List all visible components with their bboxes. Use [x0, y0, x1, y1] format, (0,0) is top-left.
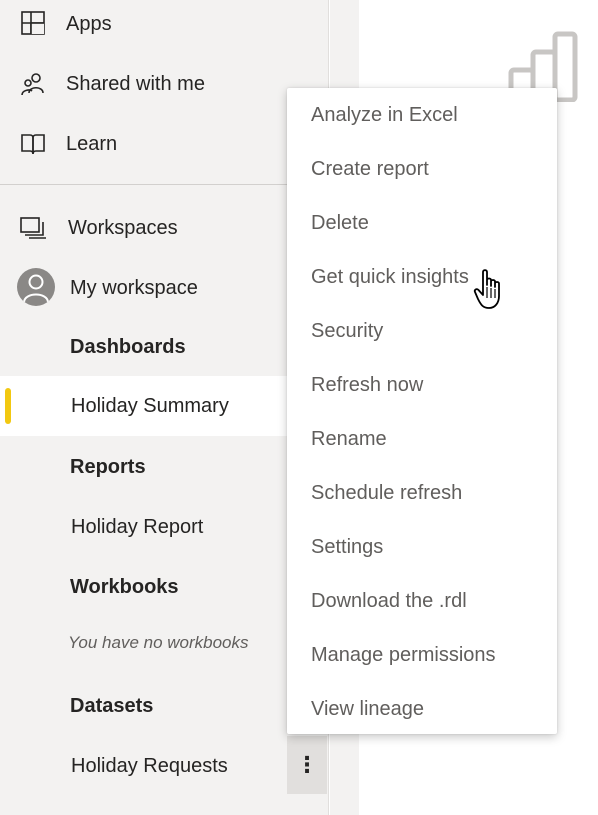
section-header-workbooks: Workbooks [70, 576, 179, 598]
dashboard-item-holiday-summary[interactable]: Holiday Summary [0, 376, 290, 436]
dataset-item-label: Holiday Requests [71, 754, 228, 777]
nav-item-learn[interactable]: Learn [0, 120, 329, 168]
menu-item-analyze-in-excel[interactable]: Analyze in Excel [287, 88, 557, 142]
hand-pointer-cursor-icon [473, 269, 500, 309]
report-item-holiday-report[interactable]: Holiday Report [0, 497, 329, 557]
menu-item-download-rdl[interactable]: Download the .rdl [287, 574, 557, 628]
report-item-label: Holiday Report [71, 515, 204, 538]
more-options-button[interactable]: ⋮ [287, 736, 327, 794]
dataset-item-holiday-requests[interactable]: Holiday Requests [0, 736, 329, 796]
apps-icon [18, 9, 48, 39]
nav-divider [0, 184, 329, 185]
menu-item-schedule-refresh[interactable]: Schedule refresh [287, 466, 557, 520]
nav-label-my-workspace: My workspace [70, 276, 198, 299]
selected-indicator [5, 388, 11, 424]
menu-item-manage-permissions[interactable]: Manage permissions [287, 628, 557, 682]
nav-item-my-workspace[interactable]: My workspace [0, 264, 329, 312]
section-header-dashboards: Dashboards [70, 336, 186, 358]
menu-item-refresh-now[interactable]: Refresh now [287, 358, 557, 412]
menu-item-settings[interactable]: Settings [287, 520, 557, 574]
nav-item-shared-with-me[interactable]: Shared with me [0, 60, 329, 108]
menu-item-security[interactable]: Security [287, 304, 557, 358]
section-header-reports: Reports [70, 456, 146, 478]
menu-item-rename[interactable]: Rename [287, 412, 557, 466]
nav-item-workspaces[interactable]: Workspaces [0, 204, 329, 252]
nav-label-shared-with-me: Shared with me [66, 72, 205, 95]
dashboard-item-label: Holiday Summary [71, 394, 229, 417]
navigation-pane: Apps Shared with me Learn Workspaces My … [0, 0, 329, 815]
nav-label-apps: Apps [66, 12, 112, 35]
workbooks-empty-note: You have no workbooks [68, 633, 249, 652]
book-icon [18, 129, 48, 159]
context-menu: Analyze in Excel Create report Delete Ge… [287, 88, 557, 734]
menu-item-get-quick-insights[interactable]: Get quick insights [287, 250, 557, 304]
workspaces-icon [18, 213, 48, 243]
nav-item-apps[interactable]: Apps [0, 0, 329, 48]
nav-label-workspaces: Workspaces [68, 216, 178, 239]
menu-item-view-lineage[interactable]: View lineage [287, 682, 557, 736]
section-header-datasets: Datasets [70, 695, 154, 717]
nav-label-learn: Learn [66, 132, 118, 155]
shared-users-icon [18, 69, 48, 99]
menu-item-delete[interactable]: Delete [287, 196, 557, 250]
menu-item-create-report[interactable]: Create report [287, 142, 557, 196]
